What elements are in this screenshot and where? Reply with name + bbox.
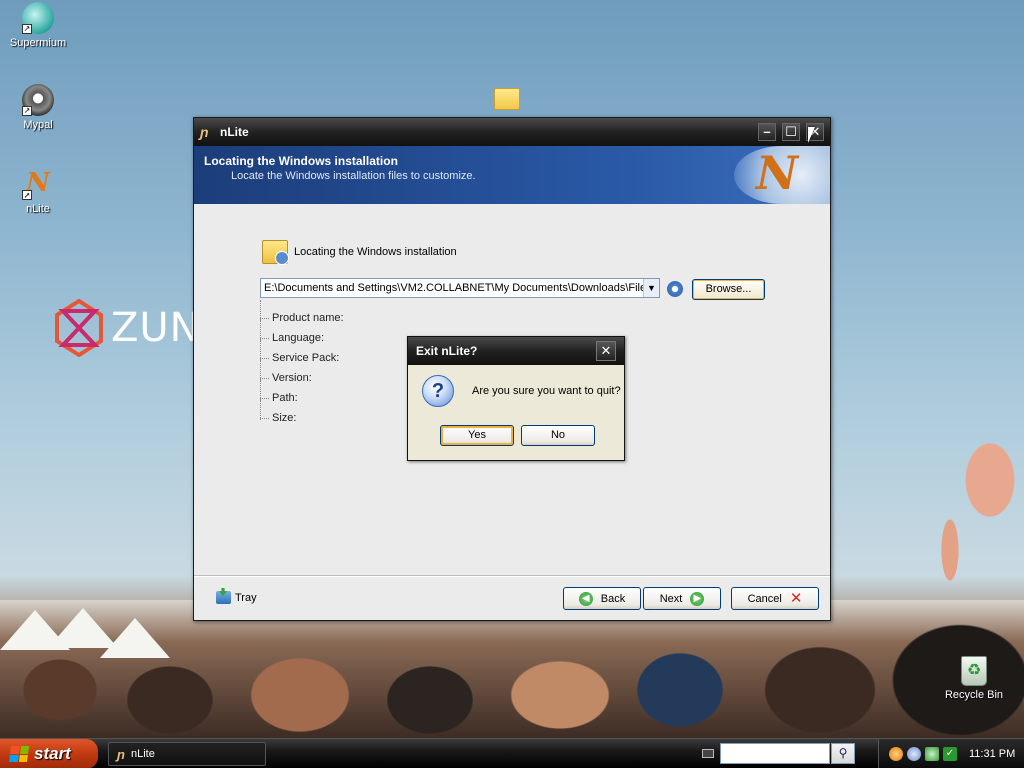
nlite-task-icon: ɲ: [117, 746, 125, 762]
tray-app-icon[interactable]: [889, 747, 903, 761]
nlite-app-icon: ɲ: [200, 124, 209, 140]
dialog-titlebar[interactable]: Exit nLite? ✕: [408, 337, 624, 365]
taskbar-item-nlite[interactable]: ɲ nLite: [108, 742, 266, 766]
tray-magnifier-icon[interactable]: [907, 747, 921, 761]
next-button[interactable]: Next ▶: [643, 587, 721, 610]
desktop-icon-supermium[interactable]: ↗ Supermium: [0, 2, 76, 49]
keyboard-icon[interactable]: [702, 749, 714, 758]
desktop-icon-nlite[interactable]: N ↗ nLite: [0, 168, 76, 215]
yes-button[interactable]: Yes: [440, 425, 514, 446]
cancel-label: Cancel: [747, 592, 782, 605]
taskbar: start ɲ nLite ⚲ ✓ 11:31 PM: [0, 738, 1024, 768]
search-icon[interactable]: ⚲: [831, 743, 855, 764]
property-size: Size:: [260, 400, 344, 430]
dialog-message: Are you sure you want to quit?: [472, 385, 621, 397]
property-version: Version:: [260, 360, 344, 390]
minimize-button[interactable]: –: [758, 123, 776, 141]
nlite-icon: N ↗: [22, 168, 50, 200]
desktop-icon-label: Recycle Bin: [944, 689, 1004, 701]
section-title: Locating the Windows installation: [294, 246, 457, 258]
taskbar-search-input[interactable]: [720, 743, 830, 764]
chevron-down-icon[interactable]: ▼: [643, 279, 659, 297]
shortcut-arrow-icon: ↗: [22, 24, 32, 34]
window-titlebar[interactable]: ɲ nLite – ☐ ✕: [194, 118, 830, 146]
mypal-icon: ↗: [22, 84, 54, 116]
tray-label: Tray: [235, 591, 257, 604]
wizard-footer: Tray ◀ Back Next ▶ Cancel ✕: [194, 576, 830, 620]
mouse-cursor-icon: [808, 127, 815, 143]
shortcut-arrow-icon: ↗: [22, 106, 32, 116]
path-value: E:\Documents and Settings\VM2.COLLABNET\…: [264, 282, 643, 294]
cancel-button[interactable]: Cancel ✕: [731, 587, 819, 610]
dialog-close-button[interactable]: ✕: [596, 341, 616, 361]
folder-search-icon: [262, 240, 289, 265]
start-label: start: [34, 744, 71, 763]
taskbar-clock[interactable]: 11:31 PM: [969, 748, 1015, 760]
header-title: Locating the Windows installation: [204, 154, 398, 168]
dialog-title: Exit nLite?: [416, 344, 478, 358]
desktop-icon-label: Mypal: [23, 119, 53, 131]
wizard-header: Locating the Windows installation Locate…: [194, 146, 830, 204]
tray-check-icon[interactable]: ✓: [943, 747, 957, 761]
shortcut-arrow-icon: ↗: [22, 190, 32, 200]
desktop-icon-recycle-bin[interactable]: ♻ Recycle Bin: [936, 656, 1012, 701]
tray-button[interactable]: Tray: [216, 591, 257, 604]
desktop-icon-label: nLite: [26, 203, 50, 215]
back-arrow-icon: ◀: [578, 591, 593, 606]
path-combobox[interactable]: E:\Documents and Settings\VM2.COLLABNET\…: [260, 278, 660, 298]
browse-button[interactable]: Browse...: [692, 279, 765, 300]
recycle-bin-icon: ♻: [961, 656, 987, 686]
property-path: Path:: [260, 380, 344, 410]
zune-text: ZUN: [111, 305, 201, 351]
windows-flag-icon: [8, 746, 30, 762]
no-button[interactable]: No: [521, 425, 595, 446]
property-service-pack: Service Pack:: [260, 340, 344, 370]
cancel-x-icon: ✕: [789, 589, 803, 607]
header-subtitle: Locate the Windows installation files to…: [231, 170, 476, 182]
tray-icon: [216, 591, 231, 604]
system-tray: ✓ 11:31 PM: [878, 739, 1024, 768]
back-label: Back: [600, 592, 626, 605]
tray-network-icon[interactable]: [925, 747, 939, 761]
next-label: Next: [659, 592, 683, 605]
property-product-name: Product name:: [260, 300, 344, 330]
nlite-logo-icon: N: [734, 146, 830, 204]
zune-mark-icon: [55, 299, 103, 357]
property-language: Language:: [260, 320, 344, 350]
properties-tree: Product name: Language: Service Pack: Ve…: [260, 300, 344, 430]
supermium-icon: ↗: [22, 2, 54, 34]
question-icon: ?: [422, 375, 454, 407]
folder-icon[interactable]: [494, 88, 520, 110]
zune-logo: ZUN: [55, 298, 201, 358]
wallpaper-hands: [930, 420, 1024, 590]
start-button[interactable]: start: [0, 739, 98, 768]
exit-dialog: Exit nLite? ✕ ? Are you sure you want to…: [407, 336, 625, 461]
desktop-icon-label: Supermium: [9, 37, 67, 49]
dialog-body: ? Are you sure you want to quit? Yes No: [408, 365, 624, 461]
maximize-button[interactable]: ☐: [782, 123, 800, 141]
task-label: nLite: [130, 748, 155, 760]
section-heading: Locating the Windows installation: [262, 240, 457, 265]
back-button[interactable]: ◀ Back: [563, 587, 641, 610]
next-arrow-icon: ▶: [690, 591, 705, 606]
window-title: nLite: [220, 125, 249, 139]
desktop-icon-mypal[interactable]: ↗ Mypal: [0, 84, 76, 131]
refresh-icon[interactable]: [667, 281, 683, 297]
